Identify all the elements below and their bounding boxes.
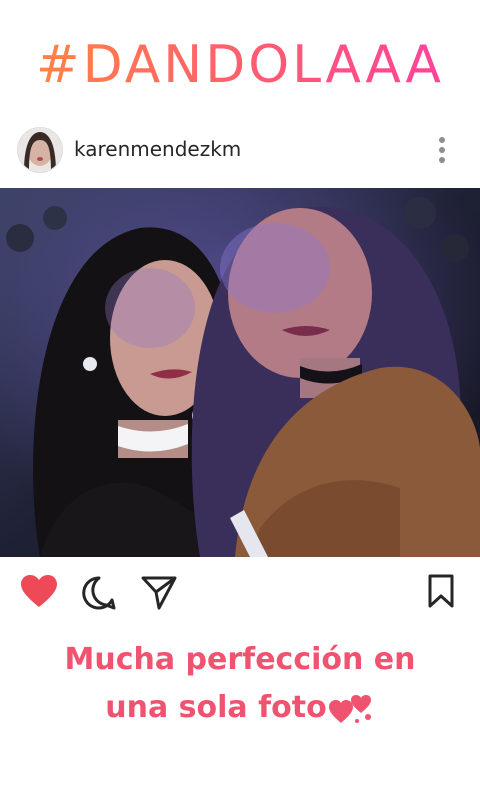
post-header: karenmendezkm xyxy=(0,120,480,178)
post-action-bar xyxy=(0,568,480,620)
more-vertical-icon[interactable] xyxy=(432,130,452,170)
heart-icon[interactable] xyxy=(20,574,58,613)
caption-line-1: Mucha perfección en xyxy=(64,642,416,677)
caption-line-2-wrap: una sola foto xyxy=(0,684,480,732)
post-caption: Mucha perfección en una sola foto xyxy=(0,636,480,732)
bookmark-icon[interactable] xyxy=(428,574,454,613)
comment-icon[interactable] xyxy=(81,575,117,616)
post-photo[interactable] xyxy=(0,188,480,557)
two-hearts-icon xyxy=(327,689,375,729)
hashtag-title: #DANDOLAAA xyxy=(0,30,480,100)
caption-line-2: una sola foto xyxy=(105,690,327,725)
username[interactable]: karenmendezkm xyxy=(74,137,241,161)
avatar[interactable] xyxy=(17,127,63,173)
send-icon[interactable] xyxy=(140,575,178,616)
